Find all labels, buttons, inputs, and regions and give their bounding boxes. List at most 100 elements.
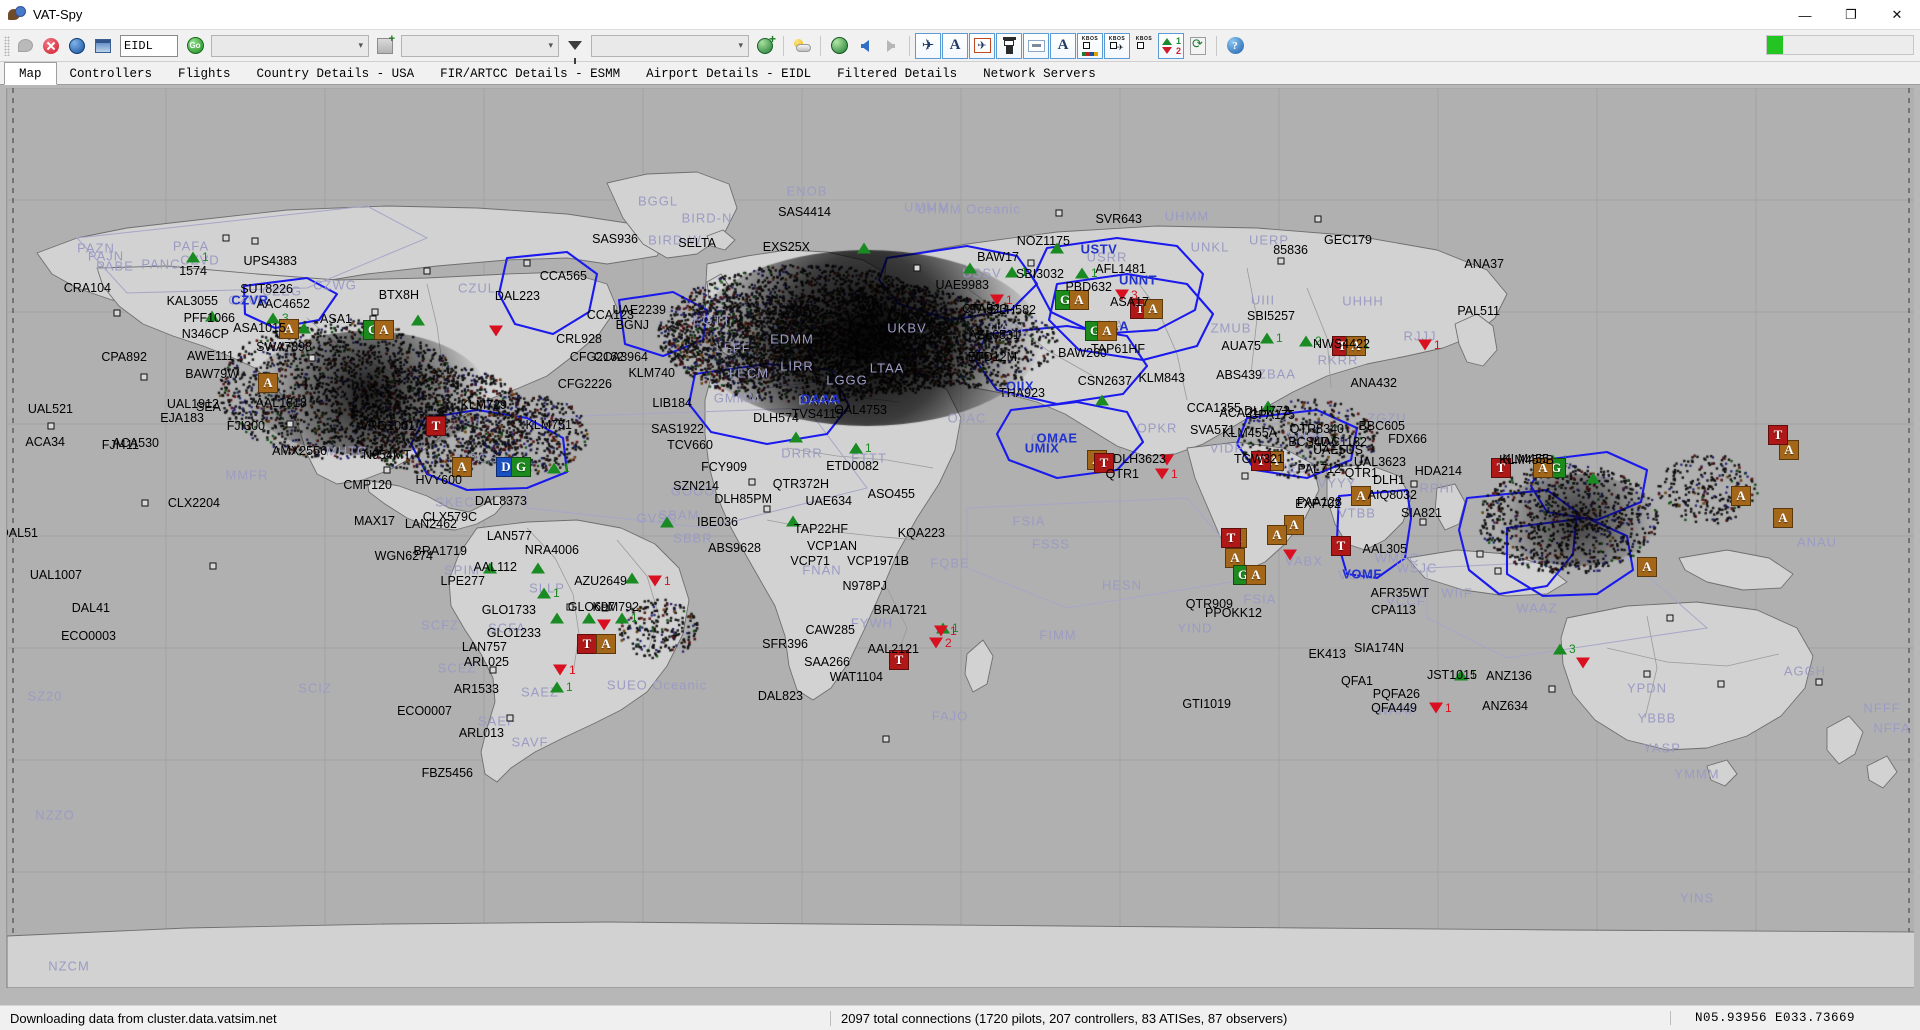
aircraft-marker[interactable]	[1410, 480, 1418, 488]
flight-label[interactable]: EXS25X	[763, 241, 810, 254]
help-icon[interactable]: ?	[1222, 33, 1248, 59]
flight-label[interactable]: KLM792	[592, 601, 639, 614]
controller-marker-a[interactable]: A	[1097, 321, 1117, 341]
toggle-show-label-bar[interactable]	[1023, 32, 1049, 59]
search-combo[interactable]: ▾	[591, 34, 749, 57]
flight-label[interactable]: KAL3055	[167, 295, 218, 308]
arrival-marker[interactable]	[1155, 468, 1169, 480]
flight-label[interactable]: 1574	[179, 265, 207, 278]
departure-marker[interactable]	[411, 314, 425, 326]
flight-label[interactable]: SBI5257	[1247, 310, 1295, 323]
flight-label[interactable]: CPA113	[1371, 604, 1416, 617]
flight-label[interactable]: KLM843	[1138, 372, 1185, 385]
toggle-show-aircraft[interactable]: ✈	[915, 32, 941, 59]
flight-label[interactable]: WAT1104	[830, 671, 883, 684]
flight-label[interactable]: LPE277	[441, 575, 485, 588]
controller-marker-a[interactable]: A	[1773, 508, 1793, 528]
flight-label[interactable]: SBI3032	[1016, 268, 1064, 281]
flight-label[interactable]: AAL1818	[256, 397, 307, 410]
flight-label[interactable]: AR1533	[454, 683, 499, 696]
flight-label[interactable]: LIB184	[652, 397, 692, 410]
controller-marker-a[interactable]: A	[1731, 486, 1751, 506]
flight-label[interactable]: GLO1733	[482, 604, 536, 617]
aircraft-marker[interactable]	[209, 562, 217, 570]
flight-label[interactable]: AUA75	[1221, 340, 1261, 353]
flight-label[interactable]: SAS936	[592, 233, 638, 246]
flight-label[interactable]: PBD632	[1065, 281, 1112, 294]
flight-label[interactable]: ASA1015	[233, 322, 286, 335]
flight-label[interactable]: BAW79W	[185, 368, 239, 381]
flight-label[interactable]: LAN2462	[405, 518, 457, 531]
controller-marker-t[interactable]: T	[577, 634, 597, 654]
aircraft-marker[interactable]	[371, 308, 379, 316]
departure-marker[interactable]	[1260, 332, 1274, 344]
aircraft-marker[interactable]	[1815, 678, 1823, 686]
aircraft-marker[interactable]	[1314, 215, 1322, 223]
flight-label[interactable]: IBE036	[697, 516, 738, 529]
aircraft-marker[interactable]	[913, 264, 921, 272]
minimize-button[interactable]: —	[1782, 0, 1828, 30]
flight-label[interactable]: VCP1AN	[807, 540, 857, 553]
flight-label[interactable]: AWE111	[187, 350, 234, 363]
departure-marker[interactable]	[1095, 394, 1109, 406]
flight-label[interactable]: DLH582	[990, 304, 1036, 317]
refresh-icon[interactable]	[1185, 33, 1211, 59]
departure-marker[interactable]	[1299, 335, 1313, 347]
flight-label[interactable]: AIQ8032	[1368, 489, 1417, 502]
flight-label[interactable]: SAS1922	[651, 423, 704, 436]
flight-label[interactable]: DLH1	[1373, 474, 1405, 487]
callsign-combo[interactable]: ▾	[211, 34, 369, 57]
flight-label[interactable]: N954MT	[363, 449, 411, 462]
go-button[interactable]: Go	[182, 33, 208, 59]
flight-label[interactable]: QTR8340	[1290, 423, 1344, 436]
flight-label[interactable]: FBZ5456	[422, 767, 473, 780]
flight-label[interactable]: AZU2649	[574, 575, 627, 588]
globe-add-icon[interactable]	[752, 32, 778, 59]
controller-marker-t[interactable]: T	[1331, 536, 1351, 556]
flight-label[interactable]: AAC4652	[256, 298, 310, 311]
arrival-marker[interactable]	[1283, 549, 1297, 561]
flight-label[interactable]: ANZ634	[1482, 700, 1528, 713]
flight-label[interactable]: TGW321	[1234, 453, 1284, 466]
toggle-airport-plain[interactable]: KBOS	[1131, 33, 1157, 59]
flight-label[interactable]: CRL928	[556, 333, 602, 346]
flight-label[interactable]: PFF1066	[184, 312, 235, 325]
flight-label[interactable]: CPA175	[1249, 409, 1295, 422]
flight-label[interactable]: AFR35WT	[1371, 587, 1429, 600]
flight-label[interactable]: UAL521	[28, 403, 73, 416]
flight-label[interactable]: DAL8373	[475, 495, 527, 508]
flight-label[interactable]: CLX2204	[168, 497, 220, 510]
flight-label[interactable]: FJI300	[227, 420, 265, 433]
aircraft-marker[interactable]	[47, 422, 55, 430]
arrival-marker[interactable]	[1429, 702, 1443, 714]
flight-label[interactable]: GLO1233	[487, 627, 541, 640]
flight-label[interactable]: ACA34	[25, 436, 65, 449]
flight-label[interactable]: VCP1971B	[847, 555, 909, 568]
departure-marker[interactable]	[660, 516, 674, 528]
flight-label[interactable]: CPA892	[101, 351, 147, 364]
tab-fir-artcc-details[interactable]: FIR/ARTCC Details - ESMM	[427, 62, 633, 84]
flight-label[interactable]: ANA37	[1464, 258, 1504, 271]
window-icon[interactable]	[90, 33, 116, 59]
arrival-marker[interactable]	[1576, 657, 1590, 669]
flight-label[interactable]: DLH3623	[1113, 453, 1166, 466]
departure-marker[interactable]	[582, 612, 596, 624]
flight-label[interactable]: UAL1007	[30, 569, 82, 582]
controller-marker-a[interactable]: A	[258, 373, 278, 393]
aircraft-marker[interactable]	[383, 466, 391, 474]
flight-label[interactable]: CSN2637	[1078, 375, 1132, 388]
flight-label[interactable]: ASA17	[1110, 296, 1149, 309]
maximize-button[interactable]: ❐	[1828, 0, 1874, 30]
departure-marker[interactable]	[615, 612, 629, 624]
flight-label[interactable]: ETD12M	[968, 351, 1017, 364]
flight-label[interactable]: TAP61HF	[1091, 343, 1145, 356]
disconnect-icon[interactable]	[38, 33, 64, 59]
flight-label[interactable]: SAA266	[804, 656, 850, 669]
globe-blue-icon[interactable]	[64, 33, 90, 59]
flight-label[interactable]: KQA223	[898, 527, 945, 540]
flight-label[interactable]: WGN6274	[375, 550, 433, 563]
flight-label[interactable]: KLM751	[525, 419, 572, 432]
flight-label[interactable]: TCV660	[667, 439, 713, 452]
flight-label[interactable]: SUT8226	[240, 283, 293, 296]
aircraft-marker[interactable]	[1494, 567, 1502, 575]
